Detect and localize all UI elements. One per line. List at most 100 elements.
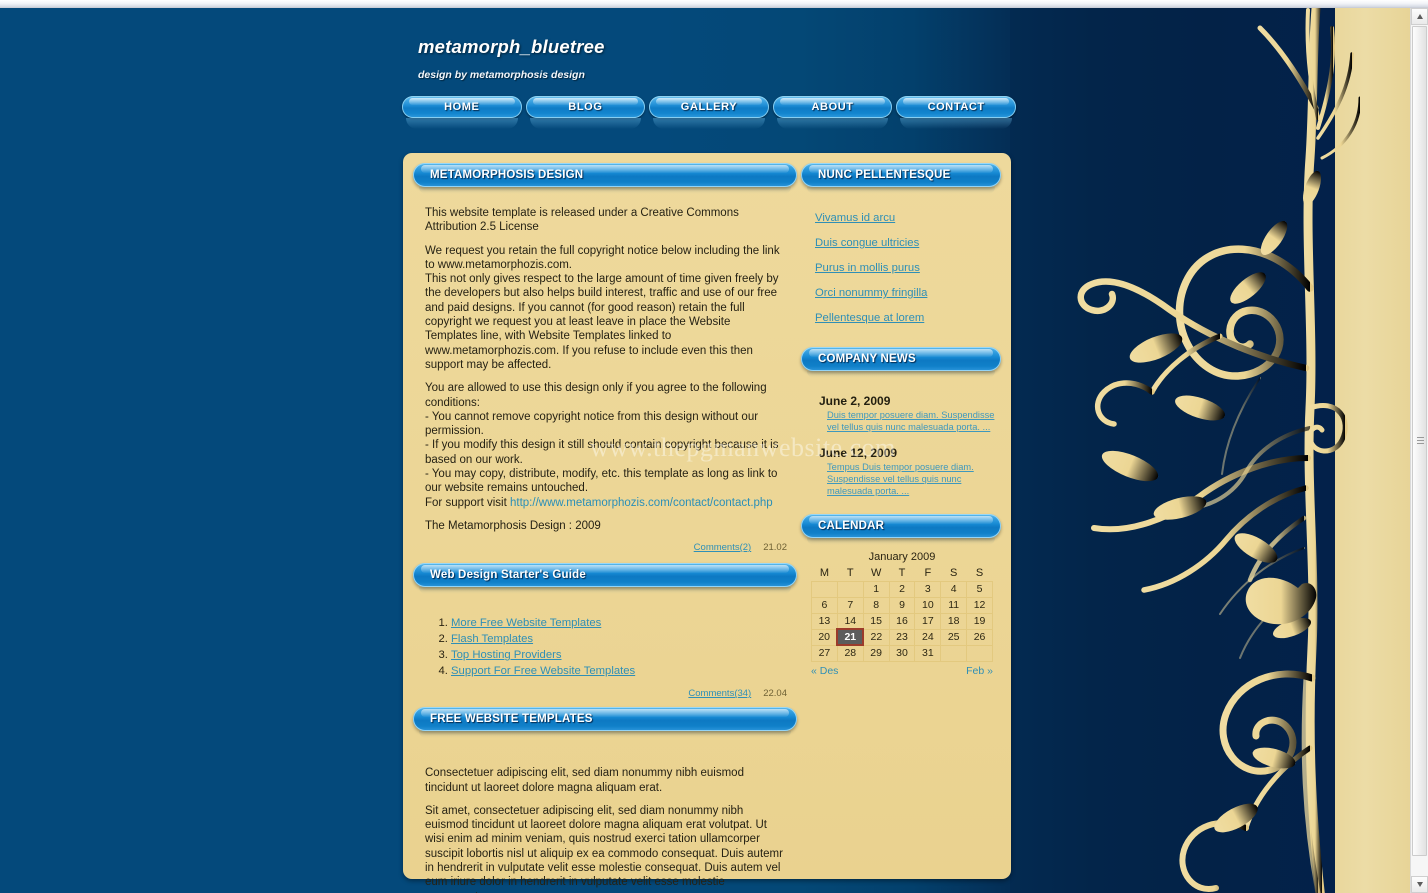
scrollbar-up-button[interactable]	[1411, 8, 1428, 25]
paragraph: You are allowed to use this design only …	[425, 382, 767, 409]
calendar-weekday: S	[950, 566, 958, 579]
post-title-bar-metamorphosis-design[interactable]: METAMORPHOSIS DESIGN	[413, 163, 797, 187]
calendar-day-cell[interactable]: 1	[862, 580, 890, 598]
calendar-day-cell[interactable]: 13	[811, 612, 838, 630]
bar-shadow	[807, 537, 995, 545]
nav-item-blog[interactable]: BLOG	[525, 96, 646, 129]
sidebar-link-purus-in-mollis-purus[interactable]: Purus in mollis purus	[815, 262, 1001, 274]
post-time: 22.04	[763, 688, 787, 700]
nav-item-about[interactable]: ABOUT	[772, 96, 893, 129]
calendar-week-row: 20 21 22 23 24 25 26	[811, 628, 993, 647]
calendar-day-cell[interactable]: 26	[966, 628, 993, 646]
nav-item-label: HOME	[444, 101, 480, 113]
calendar-day-cell[interactable]: 8	[862, 596, 890, 614]
calendar-prev-month-link[interactable]: « Des	[811, 665, 838, 677]
calendar-day-cell[interactable]: 15	[862, 612, 890, 630]
calendar-day-cell[interactable]: 29	[862, 644, 890, 662]
sidebar-link-vivamus-id-arcu[interactable]: Vivamus id arcu	[815, 212, 1001, 224]
paragraph: - You cannot remove copyright notice fro…	[425, 410, 759, 438]
vertical-scrollbar[interactable]	[1410, 8, 1428, 893]
paragraph: This website template is released under …	[425, 207, 739, 234]
calendar-day-cell[interactable]: 17	[914, 612, 942, 630]
calendar-day-cell[interactable]: 5	[966, 580, 993, 598]
sidebar-title-bar-company-news[interactable]: COMPANY NEWS	[801, 347, 1001, 371]
news-excerpt-link[interactable]: Duis tempor posuere diam. Suspendisse ve…	[819, 410, 995, 433]
calendar-navigation: « Des Feb »	[811, 665, 993, 677]
calendar-body: 1 2 3 4 5 6 7 8 9 10 11 12 13 14 15 16 17 18 19 20 21 22 23 24 2…	[811, 580, 993, 662]
link-more-free-website-templates[interactable]: More Free Website Templates	[451, 617, 601, 629]
calendar-day-cell[interactable]: 6	[811, 596, 838, 614]
calendar-day-cell[interactable]: 9	[888, 596, 916, 614]
comments-link[interactable]: Comments(2)	[694, 542, 752, 553]
calendar-day-cell[interactable]: 22	[862, 628, 890, 646]
calendar-day-cell[interactable]: 12	[966, 596, 993, 614]
calendar-day-cell[interactable]: 18	[940, 612, 968, 630]
calendar-weekday: T	[846, 566, 854, 579]
calendar-day-cell[interactable]: 2	[888, 580, 916, 598]
sidebar-title-bar-nunc-pellentesque[interactable]: NUNC PELLENTESQUE	[801, 163, 1001, 187]
nav-item-label: BLOG	[568, 101, 603, 113]
calendar-day-cell[interactable]: 10	[914, 596, 942, 614]
paragraph: The Metamorphosis Design : 2009	[425, 519, 601, 532]
calendar-next-month-link[interactable]: Feb »	[966, 665, 993, 677]
web-page: metamorph_bluetree design by metamorphos…	[0, 8, 1410, 893]
company-news-list: June 2, 2009 Duis tempor posuere diam. S…	[801, 378, 1001, 498]
nav-item-gallery[interactable]: GALLERY	[649, 96, 769, 129]
calendar-day-cell[interactable]: 24	[914, 628, 942, 646]
sidebar-link-orci-nonummy-fringilla[interactable]: Orci nonummy fringilla	[815, 287, 1001, 299]
calendar-day-cell[interactable]: 30	[888, 644, 916, 662]
nav-item-label: ABOUT	[811, 101, 854, 113]
paragraph: - If you modify this design it still sho…	[425, 439, 779, 466]
nav-item-contact[interactable]: CONTACT	[896, 96, 1016, 129]
paragraph: Sit amet, consectetuer adipiscing elit, …	[425, 804, 783, 893]
calendar-day-cell[interactable]: 23	[888, 628, 916, 646]
post-title-bar-web-design-starters-guide[interactable]: Web Design Starter's Guide	[413, 563, 797, 588]
grip-lines-icon	[1417, 437, 1424, 445]
calendar-weekday: S	[975, 566, 984, 579]
triangle-down-icon	[1416, 882, 1423, 887]
sidebar-title-bar-calendar[interactable]: CALENDAR	[801, 513, 1001, 538]
calendar-day-cell[interactable]: 3	[914, 580, 942, 598]
news-excerpt-link[interactable]: Tempus Duis tempor posuere diam. Suspend…	[819, 462, 995, 497]
calendar-day-cell[interactable]: 31	[914, 644, 942, 662]
post-meta-web-design-starters-guide: Comments(34) 22.04	[413, 688, 797, 699]
support-link[interactable]: http://www.metamorphozis.com/contact/con…	[510, 497, 773, 509]
sidebar-link-pellentesque-at-lorem[interactable]: Pellentesque at lorem	[815, 312, 1001, 324]
nav-item-home[interactable]: HOME	[402, 96, 522, 129]
list-item: Support For Free Website Templates	[451, 664, 797, 679]
scrollbar-thumb[interactable]	[1412, 26, 1427, 856]
link-top-hosting-providers[interactable]: Top Hosting Providers	[451, 649, 562, 661]
list-item: Flash Templates	[451, 632, 797, 647]
main-column: METAMORPHOSIS DESIGN This website templa…	[413, 163, 797, 893]
calendar-weekday: W	[870, 566, 882, 579]
sidebar-title: CALENDAR	[818, 519, 885, 532]
post-meta-metamorphosis-design: Comments(2) 21.02	[413, 542, 797, 553]
calendar-day-cell[interactable]: 11	[940, 596, 968, 614]
calendar-day-cell[interactable]: 16	[888, 612, 916, 630]
content-panel: METAMORPHOSIS DESIGN This website templa…	[403, 153, 1011, 893]
paragraph: This not only gives respect to the large…	[425, 273, 779, 371]
browser-viewport: metamorph_bluetree design by metamorphos…	[0, 0, 1428, 893]
paragraph: - You may copy, distribute, modify, etc.…	[425, 468, 778, 495]
calendar-day-cell[interactable]: 7	[836, 596, 864, 614]
comments-link[interactable]: Comments(34)	[688, 688, 751, 699]
bar-shadow	[419, 731, 791, 739]
link-flash-templates[interactable]: Flash Templates	[451, 633, 533, 645]
support-line: For support visit http://www.metamorphoz…	[425, 496, 785, 510]
scrollbar-down-button[interactable]	[1411, 876, 1428, 893]
calendar-day-cell[interactable]: 27	[811, 644, 838, 662]
triangle-up-icon	[1416, 14, 1423, 19]
site-title: metamorph_bluetree	[418, 36, 605, 57]
calendar-day-cell[interactable]: 19	[966, 612, 993, 630]
sidebar-link-duis-congue-ultricies[interactable]: Duis congue ultricies	[815, 237, 1001, 249]
link-support-for-free-website-templates[interactable]: Support For Free Website Templates	[451, 665, 635, 677]
calendar-day-cell[interactable]: 20	[811, 628, 838, 646]
calendar-day-cell[interactable]: 28	[836, 644, 864, 662]
calendar-today-cell[interactable]: 21	[836, 628, 865, 647]
post-title: FREE WEBSITE TEMPLATES	[430, 713, 593, 726]
calendar-week-row: 12345	[811, 580, 993, 598]
calendar-day-cell[interactable]: 14	[836, 612, 864, 630]
calendar-day-cell[interactable]: 25	[940, 628, 968, 646]
calendar-day-cell[interactable]: 4	[940, 580, 968, 598]
post-title-bar-free-website-templates[interactable]: FREE WEBSITE TEMPLATES	[413, 707, 797, 732]
